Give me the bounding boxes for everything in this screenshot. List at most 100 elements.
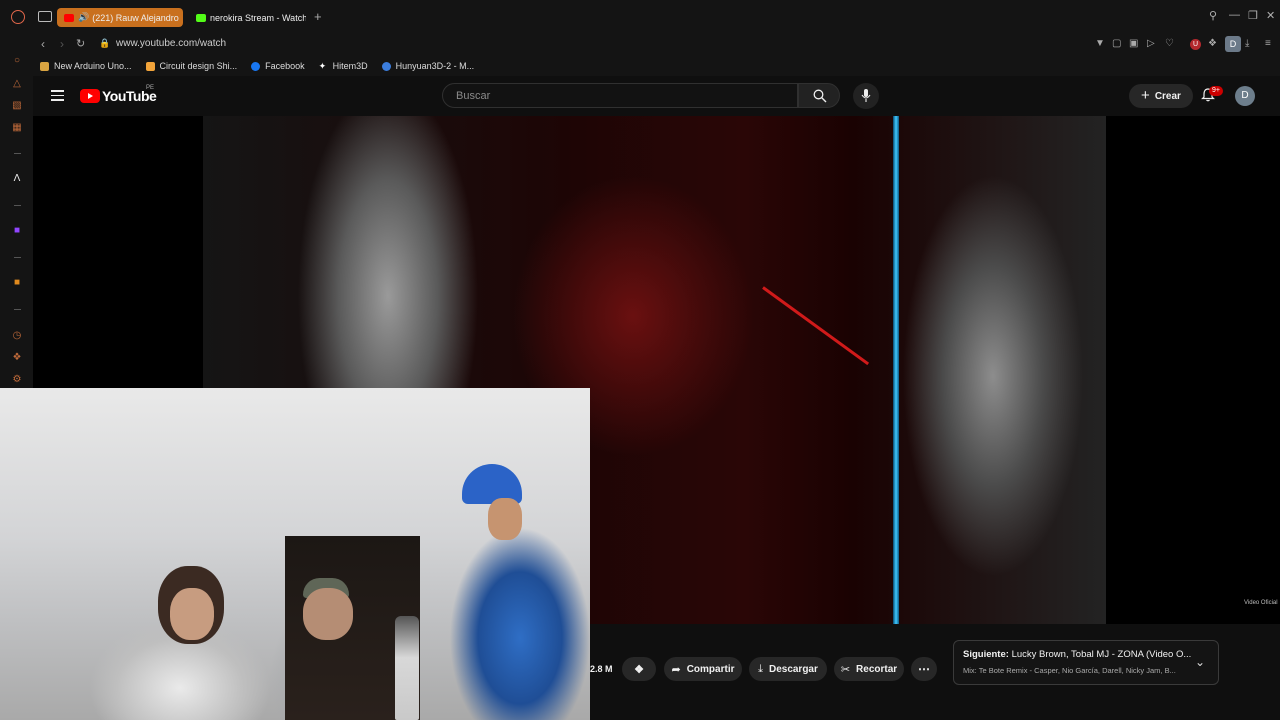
- more-actions-button[interactable]: ⋯: [911, 657, 937, 681]
- bookmark-hunyuan3d[interactable]: Hunyuan3D-2 - M...: [381, 61, 475, 71]
- up-next-title-line: Siguiente: Lucky Brown, Tobal MJ - ZONA …: [963, 649, 1195, 660]
- tab-title: nerokira Stream - Watch L: [210, 12, 306, 23]
- search-button[interactable]: [798, 83, 840, 108]
- youtube-play-icon: [80, 89, 100, 103]
- up-next-title: Lucky Brown, Tobal MJ - ZONA (Video O...: [1011, 649, 1192, 660]
- download-button[interactable]: ⤓ Descargar: [749, 657, 827, 681]
- youtube-masthead: YouTube PE + Crear 9+ D: [33, 76, 1280, 116]
- more-dots-icon: ⋯: [918, 662, 930, 676]
- webcam-scene-bottle: [395, 616, 419, 720]
- share-label: Compartir: [686, 663, 735, 675]
- profile-icon[interactable]: D: [1225, 36, 1241, 52]
- clip-label: Recortar: [856, 663, 898, 675]
- history-icon[interactable]: ◷: [12, 331, 22, 341]
- create-label: Crear: [1154, 90, 1181, 102]
- new-tab-button[interactable]: +: [314, 10, 322, 23]
- tab-youtube[interactable]: 🔊 (221) Rauw Alejandro: [57, 8, 183, 27]
- easy-setup-icon[interactable]: ≡: [1265, 38, 1271, 49]
- shield-icon[interactable]: ▣: [1129, 38, 1138, 49]
- thumbs-down-icon: ❖: [634, 663, 644, 676]
- scissors-icon: ✂: [840, 663, 851, 676]
- ublock-extension-icon[interactable]: U: [1190, 39, 1201, 50]
- music-icon[interactable]: ■: [12, 278, 22, 288]
- bookmark-label: New Arduino Uno...: [54, 61, 132, 71]
- create-button[interactable]: + Crear: [1129, 84, 1193, 108]
- webcam-overlay: [0, 388, 590, 720]
- forward-icon[interactable]: ›: [60, 37, 64, 51]
- webcam-scene-face: [170, 588, 214, 640]
- crypto-wallet-icon[interactable]: △: [12, 79, 22, 89]
- download-icon[interactable]: ⤓: [1245, 38, 1249, 49]
- tab-islands-icon[interactable]: [38, 11, 52, 22]
- minimize-icon[interactable]: —: [1229, 9, 1240, 21]
- voice-search-button[interactable]: [853, 83, 879, 109]
- aria-icon[interactable]: ○: [12, 56, 22, 66]
- snapshot-icon[interactable]: ▢: [1112, 38, 1121, 49]
- extensions-sidebar-icon[interactable]: ❖: [12, 353, 22, 363]
- app-icon[interactable]: Λ: [12, 174, 22, 184]
- bookmark-label: Hunyuan3D-2 - M...: [395, 61, 475, 71]
- account-avatar[interactable]: D: [1235, 86, 1255, 106]
- lock-icon[interactable]: 🔒: [99, 38, 110, 49]
- twitch-icon[interactable]: ■: [12, 226, 22, 236]
- microphone-icon: [861, 89, 871, 102]
- heart-icon[interactable]: ♡: [1165, 38, 1174, 49]
- close-window-icon[interactable]: ✕: [1266, 9, 1275, 22]
- reload-icon[interactable]: ↻: [76, 37, 85, 50]
- bookmark-circuit-design[interactable]: Circuit design Shi...: [145, 61, 238, 71]
- extensions-puzzle-icon[interactable]: ❖: [1208, 38, 1217, 49]
- youtube-favicon-icon: [64, 13, 74, 22]
- opera-sidebar: ○ △ ▧ ▦ Λ ■ ■ ◷ ❖ ⚙: [0, 34, 33, 388]
- tab-title: (221) Rauw Alejandro: [92, 12, 179, 23]
- pin-icon[interactable]: ▼: [1095, 38, 1105, 49]
- bookmark-label: Facebook: [265, 61, 305, 71]
- download-arrow-icon: ⤓: [758, 662, 763, 675]
- search-box[interactable]: [442, 83, 798, 108]
- bookmark-label: Circuit design Shi...: [159, 61, 238, 71]
- bookmark-facebook[interactable]: Facebook: [251, 61, 305, 71]
- speaker-icon[interactable]: 🔊: [78, 12, 89, 23]
- player-sidebar-icon[interactable]: ▦: [12, 123, 22, 133]
- search-tabs-icon[interactable]: ⚲: [1209, 9, 1217, 22]
- pinboard-icon[interactable]: ▧: [12, 101, 22, 111]
- guide-menu-icon[interactable]: [51, 90, 64, 101]
- share-button[interactable]: ➦ Compartir: [664, 657, 742, 681]
- sidebar-divider: [14, 257, 21, 258]
- sidebar-divider: [14, 205, 21, 206]
- country-code: PE: [146, 85, 155, 91]
- video-scene-pole: [893, 116, 899, 624]
- settings-gear-icon[interactable]: ⚙: [12, 375, 22, 385]
- hunyuan-icon: [381, 61, 391, 71]
- like-count[interactable]: 2.8 M: [590, 664, 613, 674]
- restore-icon[interactable]: ❐: [1248, 9, 1258, 22]
- bookmark-arduino[interactable]: New Arduino Uno...: [40, 61, 132, 71]
- arduino-icon: [40, 61, 49, 71]
- tab-kick-stream[interactable]: nerokira Stream - Watch L: [189, 8, 306, 27]
- bookmark-hitem3d[interactable]: ✦ Hitem3D: [319, 61, 368, 71]
- chevron-down-icon[interactable]: ⌄: [1195, 655, 1205, 669]
- search-input[interactable]: [454, 89, 788, 103]
- player-icon[interactable]: ▷: [1147, 38, 1155, 49]
- address-bar-row: ‹ › ↻ 🔒 www.youtube.com/watch ▼ ▢ ▣ ▷ ♡ …: [33, 34, 1280, 56]
- video-watermark: Video Oficial: [1244, 600, 1278, 606]
- clip-button[interactable]: ✂ Recortar: [834, 657, 904, 681]
- facebook-icon: [251, 61, 261, 71]
- bookmark-label: Hitem3D: [332, 61, 368, 71]
- back-icon[interactable]: ‹: [41, 37, 45, 51]
- up-next-card[interactable]: Siguiente: Lucky Brown, Tobal MJ - ZONA …: [953, 640, 1219, 685]
- up-next-subtitle: Mix: Te Bote Remix - Casper, Nio García,…: [963, 666, 1176, 675]
- webcam-scene-face: [488, 498, 522, 540]
- browser-tab-strip: 🔊 (221) Rauw Alejandro nerokira Stream -…: [0, 0, 1280, 34]
- opera-menu-icon[interactable]: [11, 10, 25, 24]
- url-field[interactable]: www.youtube.com/watch: [116, 38, 226, 49]
- download-label: Descargar: [768, 663, 818, 675]
- notifications-badge: 9+: [1209, 86, 1223, 96]
- dislike-button[interactable]: ❖: [622, 657, 656, 681]
- youtube-logo[interactable]: YouTube: [80, 88, 157, 104]
- sidebar-divider: [14, 309, 21, 310]
- up-next-prefix: Siguiente:: [963, 649, 1009, 660]
- share-arrow-icon: ➦: [671, 663, 681, 676]
- sidebar-divider: [14, 153, 21, 154]
- kick-favicon-icon: [196, 13, 206, 22]
- video-scene-light: [762, 286, 870, 366]
